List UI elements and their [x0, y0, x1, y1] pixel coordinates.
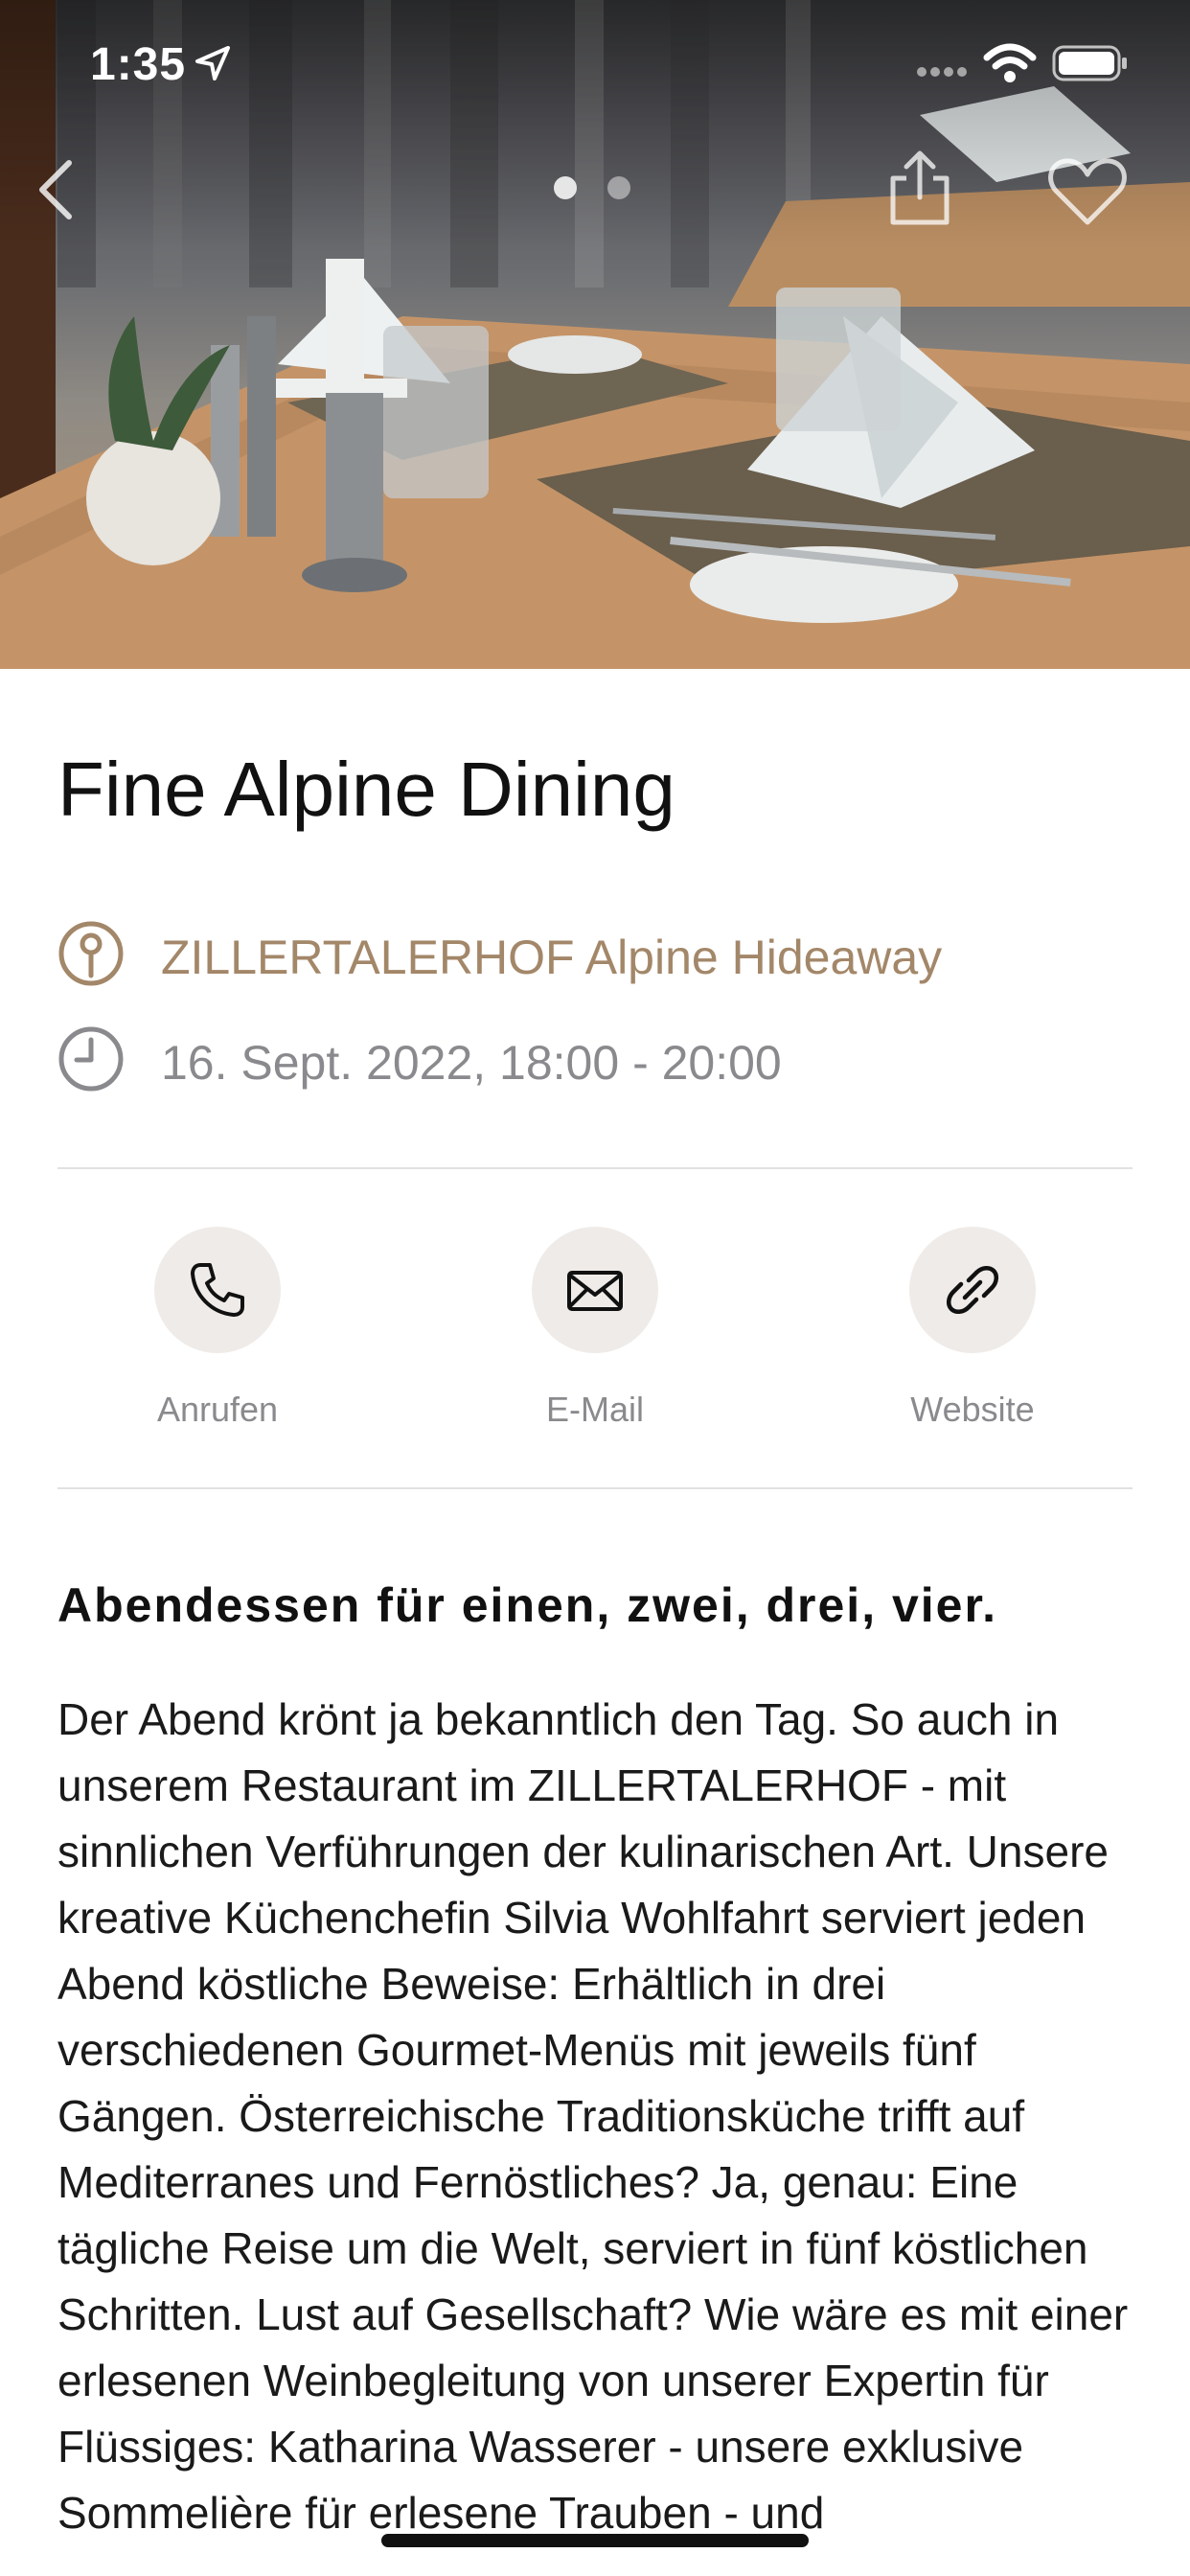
share-icon [890, 150, 950, 225]
signal-icon [917, 67, 967, 77]
description-heading: Abendessen für einen, zwei, drei, vier. [57, 1578, 998, 1632]
call-button[interactable] [154, 1227, 281, 1353]
pager-dot-active[interactable] [554, 176, 577, 199]
divider [57, 1487, 1133, 1489]
email-label: E-Mail [545, 1390, 644, 1429]
status-bar: 1:35 [0, 0, 1190, 126]
email-action[interactable]: E-Mail [461, 1227, 729, 1438]
wifi-icon [983, 43, 1037, 82]
website-label: Website [910, 1390, 1035, 1429]
email-button[interactable] [532, 1227, 658, 1353]
status-time: 1:35 [90, 39, 187, 90]
phone-icon [191, 1263, 244, 1317]
location-link[interactable]: ZILLERTALERHOF Alpine Hideaway [161, 930, 942, 985]
date-row: 16. Sept. 2022, 18:00 - 20:00 [57, 1022, 1140, 1094]
favorite-button[interactable] [1044, 155, 1131, 228]
back-chevron-icon [39, 160, 72, 219]
home-indicator[interactable] [381, 2534, 809, 2547]
hero-image[interactable]: 1:35 [0, 0, 1190, 669]
website-button[interactable] [909, 1227, 1036, 1353]
event-datetime: 16. Sept. 2022, 18:00 - 20:00 [161, 1036, 782, 1090]
image-pager[interactable] [554, 176, 640, 203]
divider [57, 1167, 1133, 1169]
website-action[interactable]: Website [838, 1227, 1107, 1438]
description-text: Der Abend krönt ja bekanntlich den Tag. … [57, 1694, 1129, 2538]
location-pin-icon [58, 921, 124, 986]
location-arrow-icon [195, 46, 230, 80]
share-button[interactable] [881, 148, 958, 230]
pager-dot[interactable] [607, 176, 630, 199]
location-row[interactable]: ZILLERTALERHOF Alpine Hideaway [57, 916, 1140, 989]
battery-icon [1052, 45, 1127, 81]
link-icon [947, 1266, 998, 1314]
call-label: Anrufen [156, 1390, 279, 1429]
heart-icon [1048, 158, 1127, 225]
mail-icon [567, 1271, 623, 1311]
call-action[interactable]: Anrufen [83, 1227, 352, 1438]
back-button[interactable] [27, 153, 88, 226]
event-title: Fine Alpine Dining [57, 747, 675, 832]
clock-icon [58, 1026, 124, 1092]
